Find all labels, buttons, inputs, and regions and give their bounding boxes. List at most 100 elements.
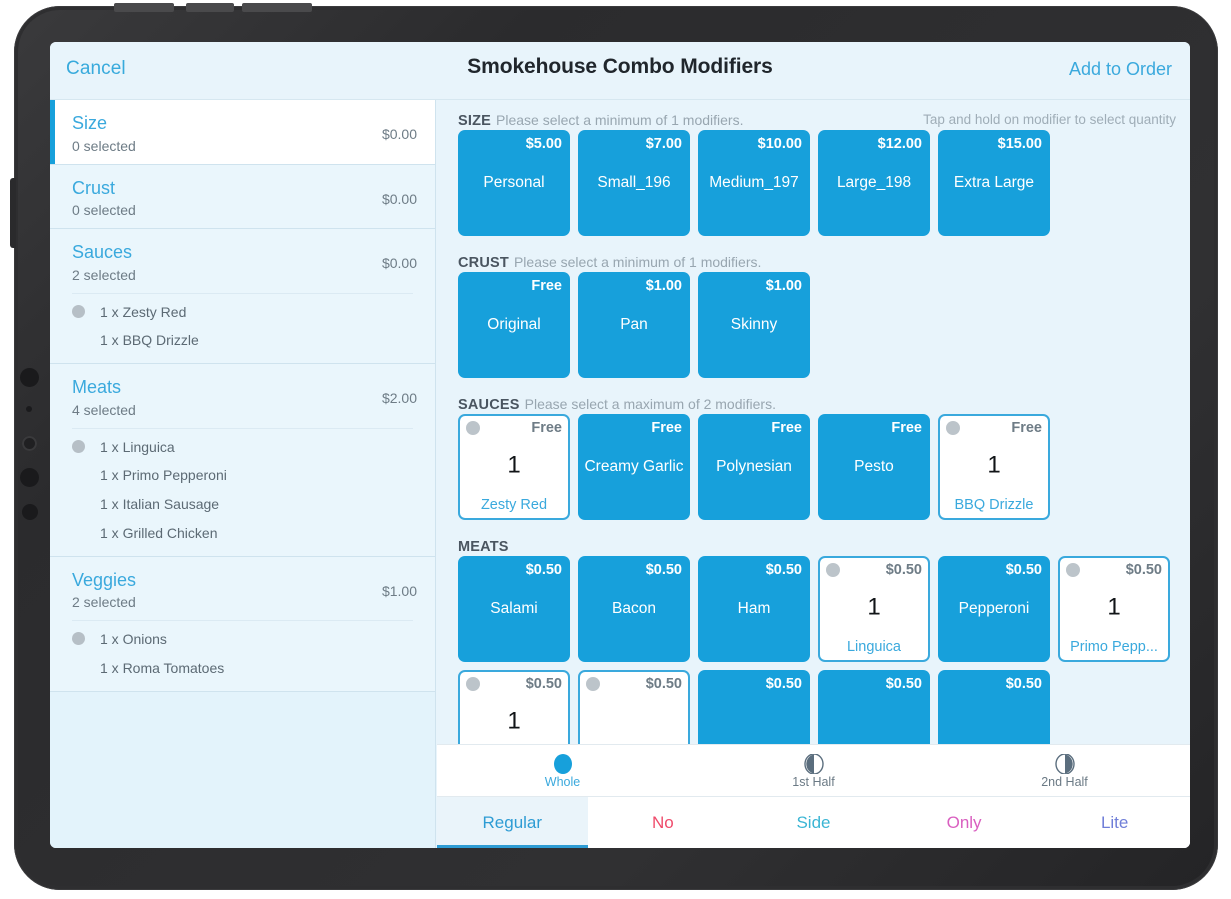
portion-option-2nd-half[interactable]: 2nd Half xyxy=(939,752,1190,789)
device-sensor-2 xyxy=(26,406,32,412)
modifier-section-meats: MEATS $0.50 Salami $0.50 Bacon $0.50 Ham $0.50 1… xyxy=(437,526,1190,776)
sidebar-group-header[interactable]: Veggies 2 selected $1.00 xyxy=(50,557,435,621)
modifier-mode-toolbar[interactable]: Regular No Side Only Lite xyxy=(437,796,1190,848)
tile-price: $0.50 xyxy=(645,562,682,578)
mode-option-lite[interactable]: Lite xyxy=(1039,797,1190,848)
tile-quantity: 1 xyxy=(507,451,521,479)
portion-whole-icon xyxy=(466,421,480,435)
sidebar-group-crust[interactable]: Crust 0 selected $0.00 xyxy=(50,164,435,229)
sidebar-group-price: $0.00 xyxy=(381,190,417,207)
list-item[interactable]: 1 x Italian Sausage xyxy=(72,490,413,519)
mode-option-side[interactable]: Side xyxy=(738,797,889,848)
device-top-speaker-1 xyxy=(114,3,174,12)
sidebar-selected-items: 1 x Zesty Red 1 x BBQ Drizzle xyxy=(72,292,413,364)
modifier-tile[interactable]: Free Original xyxy=(458,272,570,378)
tile-price: $10.00 xyxy=(757,136,802,152)
list-item[interactable]: 1 x Onions xyxy=(72,625,413,654)
portion-whole-icon xyxy=(826,563,840,577)
list-item[interactable]: 1 x BBQ Drizzle xyxy=(72,326,413,355)
modifier-tile[interactable]: Free Creamy Garlic xyxy=(578,414,690,520)
list-item-label: 1 x Roma Tomatoes xyxy=(100,660,225,677)
sidebar-group-price: $1.00 xyxy=(381,582,417,599)
section-hint: Please select a minimum of 1 modifiers. xyxy=(496,112,744,128)
modifier-tile[interactable]: $0.50 Ham xyxy=(698,556,810,662)
sidebar-group-sauces[interactable]: Sauces 2 selected $0.00 1 x Zesty Red 1 x BB… xyxy=(50,229,435,365)
modifier-tile[interactable]: $1.00 Skinny xyxy=(698,272,810,378)
portion-option-label: Whole xyxy=(544,775,581,789)
tile-price: $7.00 xyxy=(645,136,682,152)
modifier-section-size: SIZE Please select a minimum of 1 modifie… xyxy=(437,100,1190,236)
section-hint: Please select a maximum of 2 modifiers. xyxy=(524,396,776,412)
tile-price: $0.50 xyxy=(885,562,922,578)
sidebar-group-veggies[interactable]: Veggies 2 selected $1.00 1 x Onions 1 x Roma… xyxy=(50,556,435,692)
sidebar-group-meats[interactable]: Meats 4 selected $2.00 1 x Linguica 1 x Prim… xyxy=(50,364,435,557)
modifier-tile[interactable]: $5.00 Personal xyxy=(458,130,570,236)
mode-option-only[interactable]: Only xyxy=(889,797,1040,848)
modifier-tile[interactable]: Free 1 Zesty Red xyxy=(458,414,570,520)
tile-label: Original xyxy=(487,316,541,334)
list-item[interactable]: 1 x Linguica xyxy=(72,433,413,462)
tile-quantity: 1 xyxy=(507,707,521,735)
tile-price: Free xyxy=(531,420,562,436)
modifier-tile[interactable]: $0.50 1 Primo Pepp... xyxy=(1058,556,1170,662)
sidebar-group-size[interactable]: Size 0 selected $0.00 xyxy=(50,100,435,165)
portion-toolbar[interactable]: Whole 1st Half 2nd Half xyxy=(437,744,1190,796)
tile-grid: $0.50 Salami $0.50 Bacon $0.50 Ham $0.50 1 Lingu… xyxy=(437,556,1190,776)
tile-price: $0.50 xyxy=(885,676,922,692)
modifier-tile[interactable]: $0.50 Pepperoni xyxy=(938,556,1050,662)
tile-label: Ham xyxy=(737,600,771,618)
device-sensor-3 xyxy=(20,468,39,487)
sidebar-group-count: 2 selected xyxy=(72,266,136,283)
tile-price: $0.50 xyxy=(1125,562,1162,578)
tile-grid: Free Original $1.00 Pan $1.00 Skinny xyxy=(437,272,1190,378)
list-item[interactable]: 1 x Zesty Red xyxy=(72,298,413,327)
tile-label: Pepperoni xyxy=(958,600,1030,618)
mode-option-label: Regular xyxy=(482,812,543,832)
portion-option-1st-half[interactable]: 1st Half xyxy=(688,752,939,789)
modifier-tile[interactable]: Free Polynesian xyxy=(698,414,810,520)
tile-label: Bacon xyxy=(612,600,656,618)
mode-option-label: Lite xyxy=(1100,812,1129,832)
portion-option-whole[interactable]: Whole xyxy=(437,752,688,789)
section-header: SAUCES Please select a maximum of 2 modif… xyxy=(437,384,1190,414)
modifier-tile[interactable]: $10.00 Medium_197 xyxy=(698,130,810,236)
device-volume-button[interactable] xyxy=(10,178,16,248)
modifier-tile[interactable]: $0.50 Salami xyxy=(458,556,570,662)
modifier-tile[interactable]: $1.00 Pan xyxy=(578,272,690,378)
sidebar-group-header[interactable]: Meats 4 selected $2.00 xyxy=(50,364,435,428)
mode-option-regular[interactable]: Regular xyxy=(437,797,588,848)
sidebar-group-price: $0.00 xyxy=(381,126,417,142)
tile-price: $0.50 xyxy=(645,676,682,692)
modifier-tile[interactable]: Free Pesto xyxy=(818,414,930,520)
sidebar-group-count: 0 selected xyxy=(72,202,136,218)
sidebar-group-header[interactable]: Size 0 selected $0.00 xyxy=(50,100,435,164)
sidebar-group-name: Meats xyxy=(72,377,122,398)
mode-option-no[interactable]: No xyxy=(588,797,739,848)
tile-price: $0.50 xyxy=(1005,676,1042,692)
tile-price: $5.00 xyxy=(525,136,562,152)
modifier-tile[interactable]: $15.00 Extra Large xyxy=(938,130,1050,236)
modifier-tile[interactable]: Free 1 BBQ Drizzle xyxy=(938,414,1050,520)
tile-label: Skinny xyxy=(730,316,778,334)
list-item[interactable]: 1 x Roma Tomatoes xyxy=(72,654,413,683)
list-item[interactable]: 1 x Primo Pepperoni xyxy=(72,461,413,490)
sidebar-group-header[interactable]: Sauces 2 selected $0.00 xyxy=(50,229,435,293)
tile-label: BBQ Drizzle xyxy=(954,497,1034,513)
device-top-speaker-3 xyxy=(242,3,312,12)
list-item[interactable]: 1 x Grilled Chicken xyxy=(72,519,413,548)
sidebar-group-count: 0 selected xyxy=(72,137,136,154)
modifier-tiles-panel[interactable]: SIZE Please select a minimum of 1 modifie… xyxy=(437,100,1190,848)
sidebar-group-header[interactable]: Crust 0 selected $0.00 xyxy=(50,165,435,229)
modifier-tile[interactable]: $0.50 1 Linguica xyxy=(818,556,930,662)
circle-right-icon xyxy=(939,754,1190,774)
list-item-label: 1 x Linguica xyxy=(100,438,175,455)
modifier-group-sidebar[interactable]: Size 0 selected $0.00 Crust 0 selected $0.00 S… xyxy=(50,100,436,848)
modifier-tile[interactable]: $12.00 Large_198 xyxy=(818,130,930,236)
portion-whole-icon xyxy=(466,677,480,691)
tile-price: Free xyxy=(651,420,682,436)
modifier-tile[interactable]: $7.00 Small_196 xyxy=(578,130,690,236)
tile-label: Small_196 xyxy=(597,174,671,192)
add-to-order-button[interactable]: Add to Order xyxy=(1069,59,1172,80)
modifier-tile[interactable]: $0.50 Bacon xyxy=(578,556,690,662)
sidebar-selected-items: 1 x Linguica 1 x Primo Pepperoni 1 x Itali… xyxy=(72,427,413,556)
